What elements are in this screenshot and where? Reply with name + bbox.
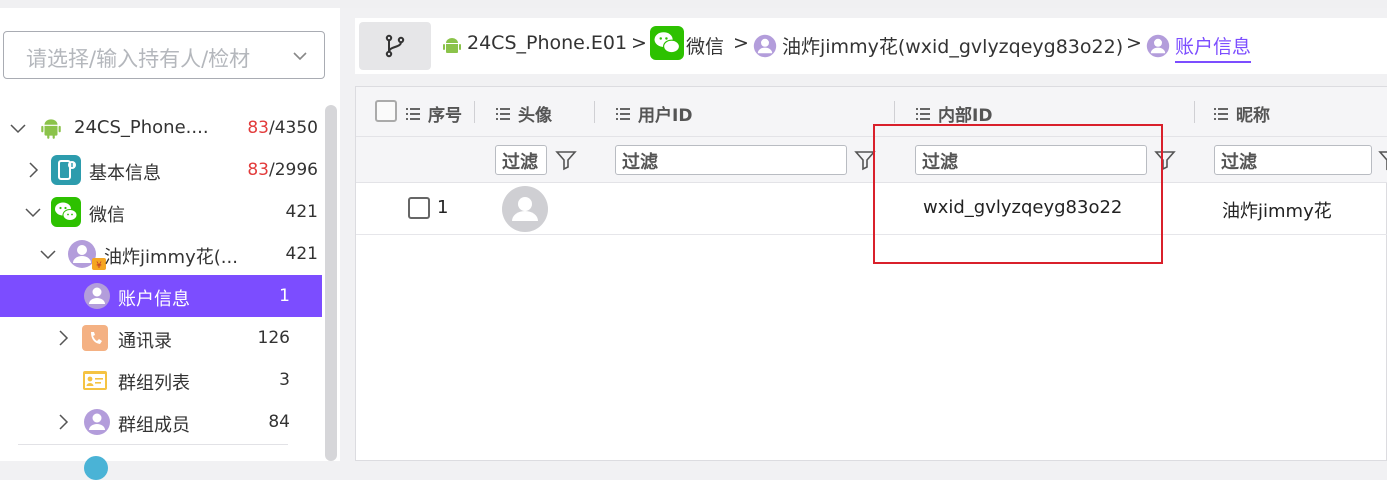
column-header-nickname[interactable]: 昵称 — [1214, 101, 1270, 126]
tree-item-label: 账户信息 — [118, 289, 190, 310]
breadcrumb-separator: > — [733, 32, 749, 54]
chevron-down-icon[interactable] — [9, 119, 27, 137]
list-icon — [496, 108, 510, 120]
list-icon — [406, 108, 420, 120]
tree-item-device[interactable]: 24CS_Phone.... 83/4350 — [0, 107, 322, 149]
sidebar-scrollbar[interactable] — [325, 105, 337, 461]
top-strip — [0, 0, 1387, 8]
user-icon — [84, 283, 110, 309]
tree-item-label: 油炸jimmy花(... — [104, 247, 238, 268]
branch-button[interactable] — [359, 22, 431, 70]
tree-item-group-members[interactable]: 群组成员 84 — [0, 401, 322, 443]
column-divider[interactable] — [474, 101, 475, 123]
column-header-internal-id[interactable]: 内部ID — [916, 101, 992, 126]
chevron-down-icon[interactable] — [24, 203, 42, 221]
list-icon — [616, 108, 630, 120]
tree-item-count: 83/4350 — [247, 118, 318, 138]
breadcrumb: 24CS_Phone.E01 > 微信 > 油炸jimmy花(wxid_gvly… — [355, 18, 1387, 74]
divider — [18, 444, 288, 445]
tree-item-count: 421 — [285, 202, 318, 222]
chevron-right-icon[interactable] — [54, 413, 72, 431]
table-row[interactable]: 1 wxid_gvlyzqeyg83o22 油炸jimmy花 — [356, 183, 1387, 235]
tree-item-count: 3 — [279, 370, 290, 390]
filter-avatar[interactable]: 过滤 — [495, 145, 547, 175]
funnel-icon[interactable] — [1378, 149, 1387, 171]
tree-item-count: 1 — [279, 286, 290, 306]
tree-item-account-owner[interactable]: ¥ 油炸jimmy花(... 421 — [0, 233, 322, 275]
filter-row: 过滤 过滤 过滤 过滤 — [356, 137, 1387, 183]
column-divider[interactable] — [894, 101, 895, 123]
tree-item-basic-info[interactable]: 基本信息 83/2996 — [0, 149, 322, 191]
breadcrumb-item-account-info[interactable]: 账户信息 — [1175, 32, 1252, 63]
user-icon — [753, 34, 777, 58]
owner-evidence-selector[interactable]: 请选择/输入持有人/检材 — [3, 31, 325, 79]
column-divider[interactable] — [594, 101, 595, 123]
select-all-checkbox[interactable] — [375, 100, 397, 122]
breadcrumb-separator: > — [1126, 32, 1142, 54]
breadcrumb-item-account[interactable]: 油炸jimmy花(wxid_gvlyzqeyg83o22) — [782, 32, 1123, 59]
tree-item-count: 84 — [268, 412, 290, 432]
tree-item-account-info[interactable]: 账户信息 1 — [0, 275, 322, 317]
column-header-avatar[interactable]: 头像 — [496, 101, 552, 126]
tree-item-label: 基本信息 — [89, 163, 161, 184]
git-branch-icon — [385, 34, 405, 58]
tree-item-contacts[interactable]: 通讯录 126 — [0, 317, 322, 359]
chevron-right-icon[interactable] — [24, 161, 42, 179]
row-checkbox[interactable] — [408, 197, 430, 219]
user-icon — [1146, 34, 1170, 58]
tree-item-wechat[interactable]: 微信 421 — [0, 191, 322, 233]
tree-item-group-list[interactable]: 群组列表 3 — [0, 359, 322, 401]
android-icon — [41, 119, 61, 139]
grid-header: 序号 头像 用户ID 内部ID 昵称 — [356, 87, 1387, 137]
wechat-icon — [51, 197, 81, 227]
chevron-down-icon[interactable] — [39, 245, 57, 263]
breadcrumb-separator: > — [631, 32, 647, 54]
tree-item-label: 微信 — [89, 205, 125, 226]
tree-item-count: 126 — [257, 328, 290, 348]
tree-item-label: 群组成员 — [118, 415, 190, 436]
tree-item-count: 421 — [285, 244, 318, 264]
partial-icon — [84, 456, 108, 480]
chevron-right-icon[interactable] — [54, 329, 72, 347]
user-avatar-icon: ¥ — [67, 239, 106, 271]
data-grid: 序号 头像 用户ID 内部ID 昵称 过滤 过滤 过滤 过滤 1 wxid_gv… — [355, 86, 1387, 461]
phone-info-icon — [51, 155, 81, 185]
column-header-user-id[interactable]: 用户ID — [616, 101, 692, 126]
sidebar: 请选择/输入持有人/检材 24CS_Phone.... 83/4350 基本信息… — [0, 8, 340, 480]
avatar — [502, 186, 548, 232]
svg-text:¥: ¥ — [96, 261, 102, 271]
tree-item-label: 通讯录 — [118, 331, 172, 352]
cell-index: 1 — [437, 197, 449, 218]
breadcrumb-item-device[interactable]: 24CS_Phone.E01 — [467, 32, 627, 54]
user-icon — [84, 409, 110, 435]
highlight-box — [873, 124, 1163, 264]
phone-book-icon — [82, 325, 108, 351]
list-icon — [1214, 108, 1228, 120]
group-card-icon — [83, 371, 107, 390]
column-header-index[interactable]: 序号 — [406, 101, 462, 126]
android-icon — [443, 38, 461, 53]
chevron-down-icon — [293, 52, 307, 61]
default-avatar-icon — [512, 197, 538, 221]
list-icon — [916, 108, 930, 120]
selector-placeholder: 请选择/输入持有人/检材 — [26, 47, 251, 71]
filter-user-id[interactable]: 过滤 — [615, 145, 847, 175]
cell-nickname: 油炸jimmy花 — [1222, 201, 1332, 222]
tree-item-count: 83/2996 — [247, 160, 318, 180]
tree-item-label: 24CS_Phone.... — [74, 117, 209, 138]
filter-nickname[interactable]: 过滤 — [1214, 145, 1372, 175]
breadcrumb-item-wechat[interactable]: 微信 — [686, 32, 724, 59]
funnel-icon[interactable] — [555, 149, 577, 171]
column-divider[interactable] — [1194, 101, 1195, 123]
tree-item-label: 群组列表 — [118, 373, 190, 394]
wechat-icon — [650, 26, 684, 60]
